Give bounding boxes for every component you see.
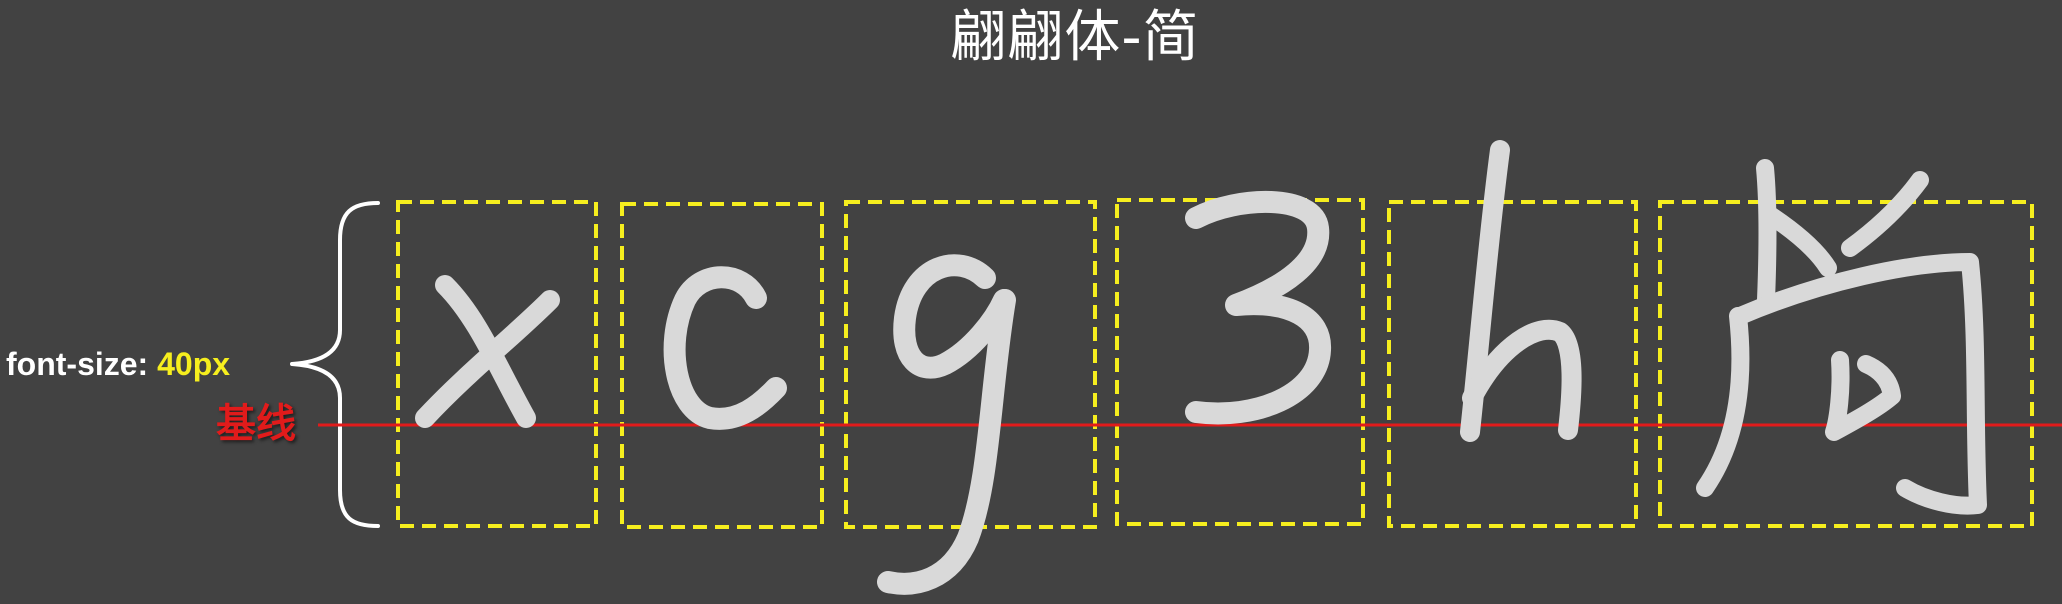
em-box-c [620, 202, 824, 529]
glyph-c [663, 266, 787, 430]
glyph-diagram [290, 140, 2062, 595]
glyph-3 [1185, 190, 1332, 425]
font-size-brace [290, 201, 380, 528]
glyph-x [415, 275, 560, 428]
glyph-shang [1696, 159, 1987, 515]
glyph-h [1460, 140, 1582, 442]
diagram-canvas: 翩翩体-简 font-size: 40px 基线 [0, 0, 2062, 604]
em-box-g [844, 200, 1097, 529]
em-box-h [1387, 200, 1638, 528]
em-boxes [396, 198, 2034, 529]
